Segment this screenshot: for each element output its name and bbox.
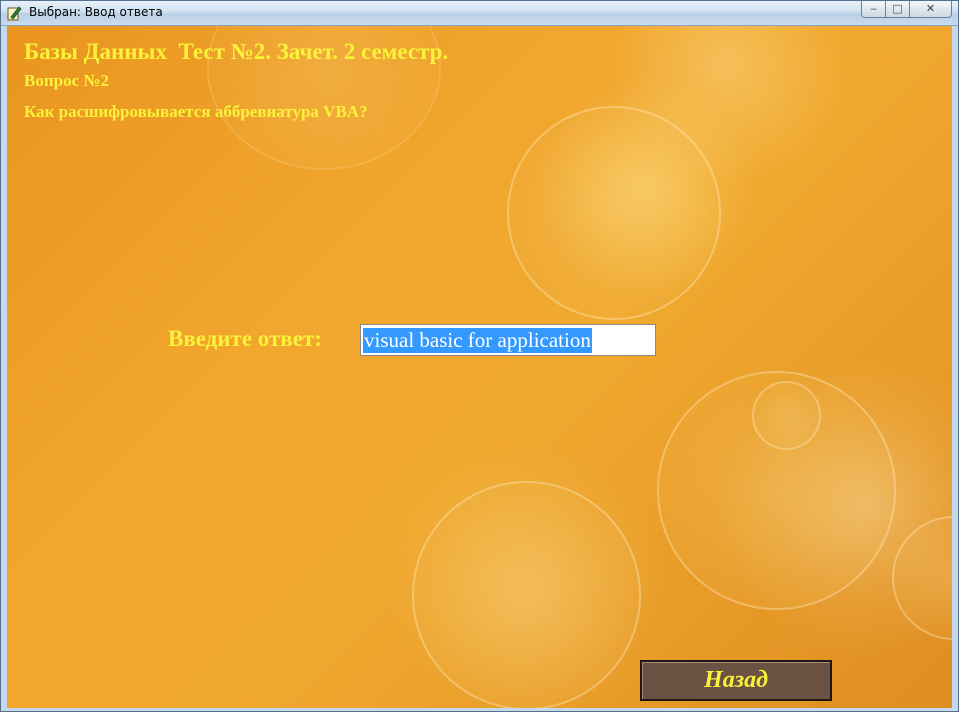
decorative-bubble [892,516,952,640]
question-number: Вопрос №2 [24,71,109,90]
minimize-button[interactable]: ‒ [861,1,886,18]
title-bar[interactable]: Выбран: Ввод ответа ‒ □ ✕ [1,1,958,26]
window-controls: ‒ □ ✕ [861,1,952,19]
back-button[interactable]: Назад [640,660,832,701]
maximize-button[interactable]: □ [885,1,910,18]
window-title: Выбран: Ввод ответа [29,5,163,19]
app-icon [7,6,22,21]
test-panel: Базы Данных Тест №2. Зачет. 2 семестр. В… [7,26,952,708]
answer-input[interactable]: visual basic for application [360,324,656,356]
decorative-bubble [507,106,721,320]
answer-label: Введите ответ: [168,326,322,351]
test-heading: Базы Данных Тест №2. Зачет. 2 семестр. [24,39,449,64]
close-button[interactable]: ✕ [909,1,952,18]
decorative-bubble [752,381,821,450]
app-window: Выбран: Ввод ответа ‒ □ ✕ Базы Данных Те… [0,0,959,712]
answer-input-value: visual basic for application [363,328,592,353]
decorative-bubble [412,481,641,708]
question-text: Как расшифровывается аббревиатура VBA? [24,102,368,121]
